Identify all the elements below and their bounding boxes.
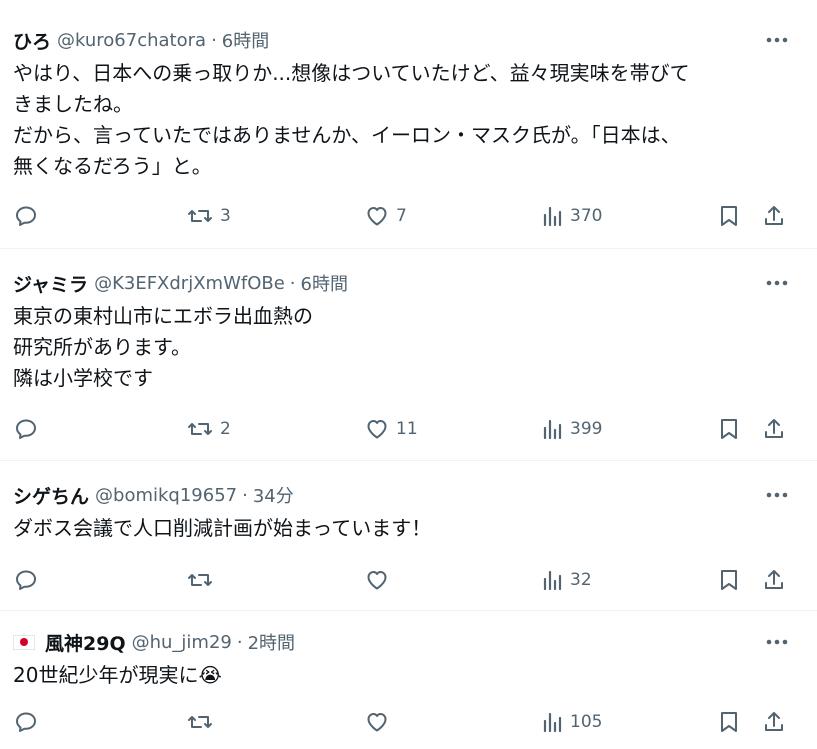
share-button[interactable]: [762, 414, 786, 444]
share-button[interactable]: [762, 201, 786, 231]
more-options-button[interactable]: [762, 273, 792, 293]
display-name[interactable]: シゲちん: [13, 482, 89, 509]
views-icon: [543, 206, 562, 227]
bookmark-icon: [721, 570, 737, 590]
heart-icon: [367, 207, 387, 226]
bookmark-button[interactable]: [718, 414, 740, 444]
timestamp[interactable]: 2時間: [248, 629, 295, 655]
tweet-header: シゲちん @bomikq19657 · 34分: [13, 481, 805, 509]
bookmark-icon: [721, 206, 737, 226]
user-handle[interactable]: @hu_jim29: [132, 632, 232, 653]
tweet-text: やはり、日本への乗っ取りか...想像はついていたけど、益々現実味を帯びて きまし…: [13, 61, 690, 178]
retweet-count: 3: [220, 206, 231, 226]
separator: ·: [211, 29, 217, 51]
heart-icon: [367, 571, 387, 590]
japan-flag-icon: [13, 634, 35, 650]
reply-button[interactable]: [14, 414, 45, 444]
action-bar: 3 7 370: [0, 201, 817, 231]
views-button[interactable]: 105: [541, 707, 602, 737]
retweet-button[interactable]: 3: [187, 201, 231, 231]
views-button[interactable]: 370: [541, 201, 602, 231]
reply-button[interactable]: [14, 565, 45, 595]
display-name[interactable]: 風神29Q: [45, 629, 126, 656]
bookmark-icon: [721, 712, 737, 732]
heart-icon: [367, 420, 387, 439]
views-count: 370: [570, 206, 603, 226]
reply-tweet[interactable]: ジャミラ @K3EFXdrjXmWfOBe · 6時間 東京の東村山市にエボラ出…: [0, 249, 817, 461]
bookmark-icon: [721, 419, 737, 439]
like-button[interactable]: [365, 707, 396, 737]
views-icon: [543, 419, 562, 440]
retweet-count: 2: [220, 419, 231, 439]
tweet-text: 20世紀少年が現実に😭: [13, 663, 222, 687]
reply-icon: [16, 712, 36, 732]
more-horizontal-icon: [766, 280, 788, 286]
views-button[interactable]: 399: [541, 414, 602, 444]
bookmark-button[interactable]: [718, 565, 740, 595]
reply-button[interactable]: [14, 707, 45, 737]
user-handle[interactable]: @kuro67chatora: [57, 30, 206, 51]
tweet-header: ひろ @kuro67chatora · 6時間: [13, 26, 805, 54]
separator: ·: [236, 631, 243, 653]
timestamp[interactable]: 6時間: [301, 270, 348, 296]
more-horizontal-icon: [766, 37, 788, 43]
display-name[interactable]: ひろ: [13, 27, 51, 54]
timestamp[interactable]: 6時間: [222, 27, 269, 53]
like-button[interactable]: 7: [365, 201, 407, 231]
views-button[interactable]: 32: [541, 565, 592, 595]
reply-button[interactable]: [14, 201, 45, 231]
reply-icon: [16, 570, 36, 590]
tweet-text: ダボス会議で人口削減計画が始まっています！: [13, 516, 432, 540]
share-icon: [765, 419, 783, 438]
heart-icon: [367, 713, 387, 732]
share-icon: [765, 570, 783, 589]
tweet-text: 東京の東村山市にエボラ出血熱の 研究所があります。 隣は小学校です: [13, 304, 313, 390]
retweet-icon: [188, 210, 212, 222]
reply-icon: [16, 206, 36, 226]
retweet-icon: [188, 716, 212, 728]
retweet-icon: [188, 423, 212, 435]
tweet-header: 風神29Q @hu_jim29 · 2時間: [13, 628, 805, 656]
more-options-button[interactable]: [762, 30, 792, 50]
reply-tweet[interactable]: シゲちん @bomikq19657 · 34分 ダボス会議で人口削減計画が始まっ…: [0, 461, 817, 611]
action-bar: 32: [0, 565, 817, 595]
share-button[interactable]: [762, 565, 786, 595]
reply-tweet[interactable]: 風神29Q @hu_jim29 · 2時間 20世紀少年が現実に😭 105: [0, 611, 817, 749]
more-options-button[interactable]: [762, 632, 792, 652]
views-count: 105: [570, 712, 603, 732]
retweet-button[interactable]: [187, 707, 220, 737]
share-icon: [765, 206, 783, 225]
timestamp[interactable]: 34分: [253, 482, 294, 508]
action-bar: 105: [0, 707, 817, 737]
separator: ·: [289, 272, 296, 294]
views-icon: [543, 712, 562, 733]
retweet-icon: [188, 574, 212, 586]
like-count: 7: [396, 206, 407, 226]
bookmark-button[interactable]: [718, 201, 740, 231]
bookmark-button[interactable]: [718, 707, 740, 737]
tweet-header: ジャミラ @K3EFXdrjXmWfOBe · 6時間: [13, 269, 805, 297]
views-icon: [543, 570, 562, 591]
action-bar: 2 11 399: [0, 414, 817, 444]
share-button[interactable]: [762, 707, 786, 737]
display-name[interactable]: ジャミラ: [13, 270, 88, 297]
retweet-button[interactable]: [187, 565, 220, 595]
more-horizontal-icon: [766, 492, 788, 498]
like-button[interactable]: 11: [365, 414, 418, 444]
separator: ·: [242, 484, 248, 506]
user-handle[interactable]: @bomikq19657: [95, 485, 237, 506]
reply-icon: [16, 419, 36, 439]
reply-tweet[interactable]: ひろ @kuro67chatora · 6時間 やはり、日本への乗っ取りか...…: [0, 0, 817, 249]
like-button[interactable]: [365, 565, 396, 595]
more-horizontal-icon: [766, 639, 788, 645]
views-count: 399: [570, 419, 603, 439]
share-icon: [765, 712, 783, 731]
more-options-button[interactable]: [762, 485, 792, 505]
reply-feed: ひろ @kuro67chatora · 6時間 やはり、日本への乗っ取りか...…: [0, 0, 817, 749]
retweet-button[interactable]: 2: [187, 414, 231, 444]
views-count: 32: [570, 570, 592, 590]
user-handle[interactable]: @K3EFXdrjXmWfOBe: [94, 273, 285, 294]
like-count: 11: [396, 419, 418, 439]
